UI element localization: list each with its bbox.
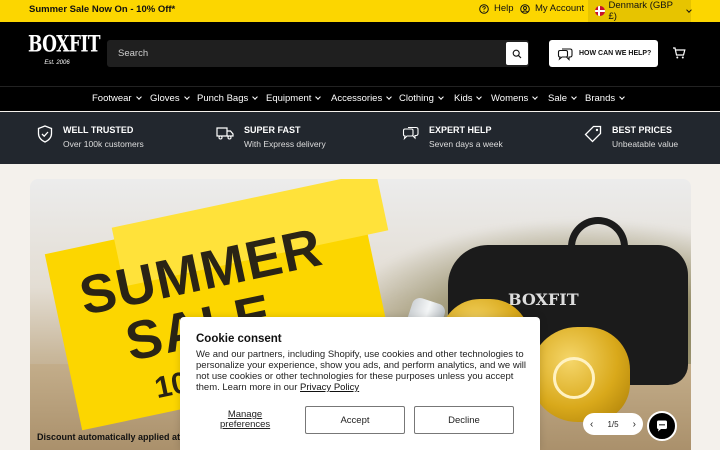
slide-pager: ‹ 1/5 › xyxy=(583,413,643,435)
logo-tagline: Est. 2006 xyxy=(44,60,70,66)
help-button-label: HOW CAN WE HELP? xyxy=(579,50,652,57)
nav-item-brands[interactable]: Brands xyxy=(585,93,625,104)
privacy-policy-link[interactable]: Privacy Policy xyxy=(300,382,359,393)
nav-item-equipment[interactable]: Equipment xyxy=(266,93,322,104)
chevron-down-icon xyxy=(252,94,259,100)
cart-button[interactable] xyxy=(672,46,686,65)
chevron-down-icon xyxy=(386,94,393,100)
nav-label: Brands xyxy=(585,93,616,104)
usp-title: WELL TRUSTED xyxy=(63,125,134,135)
nav-item-punch-bags[interactable]: Punch Bags xyxy=(197,93,259,104)
chevron-down-icon xyxy=(183,94,190,100)
chevron-right-icon[interactable]: › xyxy=(633,419,636,430)
usp-title: SUPER FAST xyxy=(244,125,301,135)
search-input[interactable] xyxy=(107,40,505,67)
price-tag-icon xyxy=(584,125,602,143)
cart-icon xyxy=(673,47,686,59)
usp-subtitle: Over 100k customers xyxy=(63,139,144,149)
accept-button[interactable]: Accept xyxy=(305,406,405,434)
chat-icon xyxy=(657,420,667,432)
chevron-down-icon xyxy=(135,94,142,100)
help-label: Help xyxy=(494,3,514,14)
my-account-link[interactable]: My Account xyxy=(520,3,584,14)
search-bar xyxy=(107,40,529,67)
nav-label: Gloves xyxy=(150,93,180,104)
decline-button[interactable]: Decline xyxy=(414,406,514,434)
slide-counter: 1/5 xyxy=(607,419,619,429)
cookie-title: Cookie consent xyxy=(196,333,282,345)
usp-expert-help: EXPERT HELP Seven days a week xyxy=(402,125,503,149)
chevron-down-icon xyxy=(315,94,322,100)
glove-emblem xyxy=(553,357,595,399)
chat-bubbles-icon xyxy=(557,47,573,61)
chevron-down-icon xyxy=(686,6,692,13)
promo-text[interactable]: Summer Sale Now On - 10% Off* xyxy=(29,4,175,15)
nav-label: Kids xyxy=(454,93,473,104)
nav-item-accessories[interactable]: Accessories xyxy=(331,93,393,104)
cookie-body-text: We and our partners, including Shopify, … xyxy=(196,349,527,393)
user-circle-icon xyxy=(520,3,530,14)
nav-item-gloves[interactable]: Gloves xyxy=(150,93,190,104)
chat-bubbles-icon xyxy=(402,126,419,141)
nav-label: Womens xyxy=(491,93,529,104)
usp-bar: WELL TRUSTED Over 100k customers SUPER FA… xyxy=(0,112,720,164)
hero-caption: Discount automatically applied at che xyxy=(37,432,199,442)
truck-icon xyxy=(216,127,234,140)
region-label: Denmark (GBP £) xyxy=(608,0,673,22)
chevron-down-icon xyxy=(619,94,625,100)
nav-item-kids[interactable]: Kids xyxy=(454,93,483,104)
nav-label: Accessories xyxy=(331,93,383,104)
cookie-consent-dialog: Cookie consent We and our partners, incl… xyxy=(180,317,540,450)
search-icon xyxy=(512,49,522,58)
denmark-flag-icon xyxy=(595,6,605,16)
chat-widget-button[interactable] xyxy=(647,411,677,441)
logo-wordmark: BOXFIT xyxy=(28,32,101,58)
search-button[interactable] xyxy=(506,42,528,65)
announcement-bar: Summer Sale Now On - 10% Off* Help My Ac… xyxy=(0,0,720,22)
site-header: BOXFIT Est. 2006 HOW CAN WE HELP? xyxy=(0,22,720,86)
chevron-down-icon xyxy=(571,94,577,100)
how-can-we-help-button[interactable]: HOW CAN WE HELP? xyxy=(549,40,658,67)
nav-item-sale[interactable]: Sale xyxy=(548,93,577,104)
usp-subtitle: Seven days a week xyxy=(429,139,503,149)
region-selector[interactable]: Denmark (GBP £) xyxy=(588,0,692,22)
usp-subtitle: With Express delivery xyxy=(244,139,326,149)
boxfit-logo[interactable]: BOXFIT Est. 2006 xyxy=(28,32,101,74)
nav-label: Footwear xyxy=(92,93,132,104)
help-link[interactable]: Help xyxy=(479,3,514,14)
usp-subtitle: Unbeatable value xyxy=(612,139,679,149)
nav-label: Sale xyxy=(548,93,568,104)
shield-check-icon xyxy=(37,125,53,143)
nav-label: Punch Bags xyxy=(197,93,249,104)
usp-title: EXPERT HELP xyxy=(429,125,492,135)
nav-item-footwear[interactable]: Footwear xyxy=(92,93,142,104)
cookie-body: We and our partners, including Shopify, … xyxy=(196,349,531,393)
usp-super-fast: SUPER FAST With Express delivery xyxy=(216,125,326,149)
chevron-down-icon xyxy=(532,94,539,100)
nav-label: Equipment xyxy=(266,93,312,104)
manage-preferences-link[interactable]: Manage preferences xyxy=(220,410,270,430)
usp-best-prices: BEST PRICES Unbeatable value xyxy=(584,125,678,149)
nav-item-womens[interactable]: Womens xyxy=(491,93,539,104)
nav-label: Clothing xyxy=(399,93,434,104)
chevron-left-icon[interactable]: ‹ xyxy=(590,419,593,430)
question-circle-icon xyxy=(479,3,489,14)
chevron-down-icon xyxy=(476,94,483,100)
bag-logo: BOXFIT xyxy=(508,290,579,309)
main-navigation: Footwear Gloves Punch Bags Equipment Acc… xyxy=(0,86,720,111)
nav-item-clothing[interactable]: Clothing xyxy=(399,93,444,104)
chevron-down-icon xyxy=(438,94,444,100)
usp-title: BEST PRICES xyxy=(612,125,673,135)
usp-well-trusted: WELL TRUSTED Over 100k customers xyxy=(37,125,144,149)
account-label: My Account xyxy=(535,3,585,14)
